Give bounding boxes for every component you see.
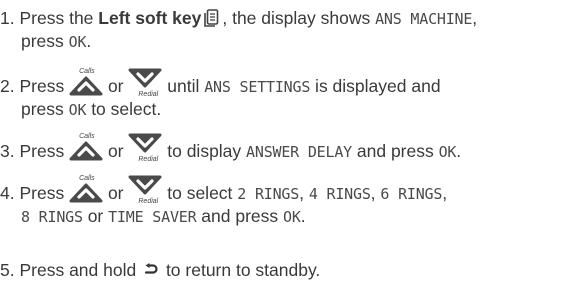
step-text: .: [86, 31, 92, 51]
step-text: ,: [370, 183, 381, 203]
step-text: ,: [442, 183, 448, 203]
step-number: 3.: [0, 141, 15, 161]
step-number: 4.: [0, 183, 15, 203]
redial-label: Redial: [138, 155, 159, 163]
step-4-line-1: 4. Press Calls or Redial to select 2 RIN…: [0, 175, 575, 205]
step-text: or: [103, 183, 129, 203]
step-3-line-1: 3. Press Calls or Redial to display ANSW…: [0, 133, 575, 163]
step-text: to display: [162, 141, 247, 161]
step-text: or: [103, 141, 129, 161]
lcd-text: OK: [68, 101, 87, 119]
step-3: 3. Press Calls or Redial to display ANSW…: [0, 133, 575, 163]
lcd-text: OK: [438, 143, 457, 161]
step-1-line-1: 1. Press the Left soft key , the display …: [0, 7, 575, 30]
step-1-line-2: press OK.: [0, 30, 575, 53]
back-arrow-icon: [144, 262, 159, 277]
step-text: ,: [299, 183, 309, 203]
step-2-line-1: 2. Press Calls or Redial until ANS SETTI…: [0, 68, 575, 98]
step-text: to return to standby.: [161, 260, 321, 280]
lcd-text: 6 RINGS: [380, 185, 443, 203]
step-text: Press the: [19, 8, 99, 28]
lcd-text: ANS SETTINGS: [204, 78, 311, 96]
step-1: 1. Press the Left soft key , the display …: [0, 7, 575, 53]
left-soft-key-label: Left soft key: [98, 8, 202, 28]
step-number: 2.: [0, 76, 15, 96]
step-text: ,: [472, 8, 478, 28]
down-nav-redial-icon: Redial: [128, 133, 162, 163]
step-text: .: [456, 141, 462, 161]
step-4-line-2: 8 RINGS or TIME SAVER and press OK.: [0, 205, 575, 228]
lcd-text: 8 RINGS: [21, 208, 83, 226]
calls-label: Calls: [79, 132, 95, 140]
up-nav-calls-icon: Calls: [69, 68, 103, 98]
step-text: Press: [14, 76, 70, 96]
step-text: press: [21, 31, 69, 51]
lcd-text: 4 RINGS: [308, 185, 371, 203]
lcd-text: 2 RINGS: [237, 185, 300, 203]
step-text: .: [300, 206, 306, 226]
up-nav-calls-icon: Calls: [69, 133, 103, 163]
step-text: press: [21, 99, 69, 119]
step-2-line-2: press OK to select.: [0, 98, 575, 121]
redial-label: Redial: [138, 197, 159, 205]
step-5-line-1: 5. Press and hold to return to standby.: [0, 259, 575, 282]
step-text: to select: [162, 183, 238, 203]
step-text: or: [82, 206, 109, 226]
up-nav-calls-icon: Calls: [69, 175, 103, 205]
lcd-text: TIME SAVER: [108, 208, 197, 226]
step-number: 1.: [0, 8, 15, 28]
lcd-text: ANS MACHINE: [375, 10, 473, 28]
step-text: , the display shows: [222, 8, 376, 28]
step-text: is displayed and: [310, 76, 441, 96]
lcd-text: OK: [68, 33, 87, 51]
step-text: until: [162, 76, 205, 96]
step-text: Press: [14, 141, 70, 161]
step-5: 5. Press and hold to return to standby.: [0, 259, 575, 282]
step-4: 4. Press Calls or Redial to select 2 RIN…: [0, 175, 575, 228]
lcd-text: OK: [283, 208, 301, 226]
step-2: 2. Press Calls or Redial until ANS SETTI…: [0, 68, 575, 121]
down-nav-redial-icon: Redial: [128, 68, 162, 98]
lcd-text: ANSWER DELAY: [246, 143, 353, 161]
step-text: or: [103, 76, 129, 96]
step-text: to select.: [86, 99, 162, 119]
step-text: and press: [352, 141, 439, 161]
step-number: 5.: [0, 260, 15, 280]
step-text: Press and hold: [14, 260, 142, 280]
calls-label: Calls: [79, 174, 95, 182]
down-nav-redial-icon: Redial: [128, 175, 162, 205]
redial-label: Redial: [138, 90, 159, 98]
left-soft-key-icon: [204, 9, 220, 27]
step-text: and press: [196, 206, 284, 226]
calls-label: Calls: [79, 67, 95, 75]
step-text: Press: [14, 183, 70, 203]
